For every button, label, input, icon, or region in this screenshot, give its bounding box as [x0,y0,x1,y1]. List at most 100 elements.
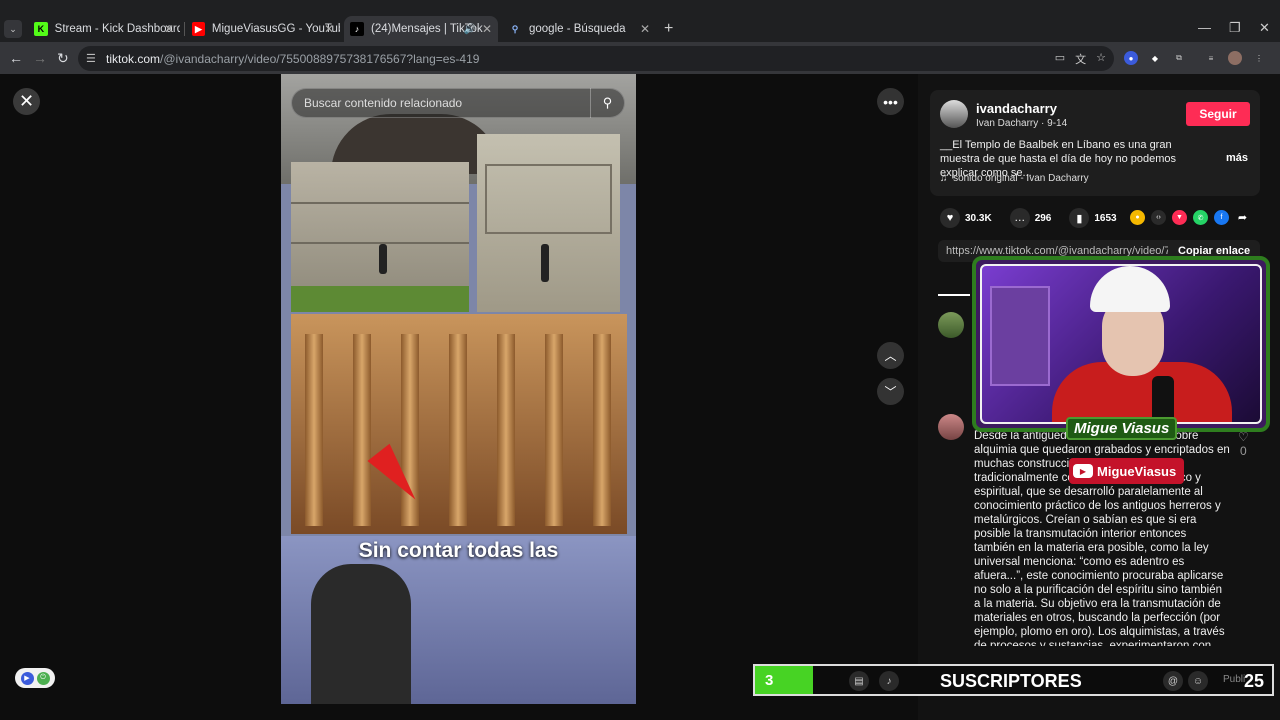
like-button[interactable]: ♥ 30.3K [940,208,992,228]
video-player[interactable]: Sin contar todas las Buscar contenido re… [281,74,636,704]
extension-diamond-icon[interactable]: ◆ [1148,51,1162,65]
send-icon[interactable]: ▼ [1172,210,1187,225]
emoji-icon[interactable]: ☺ [1188,671,1208,691]
related-search-input[interactable]: Buscar contenido relacionado ⚲ [291,88,625,118]
music-note-icon: ♫ [940,173,948,184]
avatar[interactable] [938,414,964,440]
install-app-icon[interactable]: ▭ [1055,51,1065,67]
save-count: 1653 [1094,212,1117,224]
browser-tab-bar: ⌄ K Stream - Kick Dashboard ✕ ▶ MigueVia… [0,0,1280,42]
tab-close-icon[interactable]: ✕ [324,22,334,36]
kick-icon: K [34,22,48,36]
extensions-puzzle-icon[interactable]: ⧉ [1172,51,1186,65]
previous-video-icon[interactable]: ︿ [877,342,904,369]
video-caption: Sin contar todas las [358,539,559,562]
follow-button[interactable]: Seguir [1186,102,1250,126]
url-path: /@ivandacharry/video/7550088975738176567… [160,51,480,66]
tab-search-button[interactable]: ⌄ [4,20,22,38]
bookmark-star-icon[interactable]: ☆ [1096,51,1106,67]
floating-controls[interactable]: ▶ ⏻ [15,668,55,688]
embed-icon[interactable]: ‹› [1151,210,1166,225]
subscriber-label: SUSCRIPTORES [940,671,1082,691]
streamer-name: Migue Viasus [1066,417,1178,440]
subscriber-goal-bar: 3 ▤ ♪ SUSCRIPTORES @ ☺ Publi 25 [753,664,1274,696]
youtube-channel: MigueViasus [1097,463,1177,479]
facebook-icon[interactable]: f [1214,210,1229,225]
like-count: 30.3K [965,212,992,224]
tab-google[interactable]: ⚲ google - Búsqueda ✕ [502,16,656,42]
url-host: tiktok.com [106,51,161,66]
tab-tiktok[interactable]: ♪ (24)Mensajes | TikTok 🔊 ✕ [344,16,498,42]
tab-label: MigueViasusGG - YouTube [211,23,340,35]
media-control-icon[interactable]: ≡ [1204,51,1218,65]
video-frame-stone-block [477,134,620,312]
extension-icon[interactable]: ● [1124,51,1138,65]
more-options-icon[interactable]: ••• [877,88,904,115]
search-icon[interactable]: ⚲ [590,88,624,118]
subscriber-count: 3 [755,666,813,694]
comment-button[interactable]: … 296 [1009,208,1052,228]
menu-dots-icon[interactable]: ⋮ [1252,51,1266,65]
back-icon[interactable]: ← [9,50,23,66]
action-bar: ♥ 30.3K … 296 ▮ 1653 [940,208,1135,228]
avatar[interactable] [940,100,968,128]
tab-close-icon[interactable]: ✕ [164,22,174,36]
minimize-icon[interactable]: — [1198,20,1211,35]
profile-avatar[interactable] [1228,51,1242,65]
new-tab-button[interactable]: + [664,20,673,38]
sound-label: sonido original - Ivan Dacharry [953,173,1089,184]
close-icon[interactable]: ✕ [13,88,40,115]
caption-icon[interactable]: ▤ [849,671,869,691]
mention-icon[interactable]: @ [1163,671,1183,691]
heart-icon: ♥ [940,208,960,228]
share-friends-icon[interactable]: ● [1130,210,1145,225]
browser-toolbar: ← → ↻ ☰ tiktok.com/@ivandacharry/video/7… [0,42,1280,74]
more-link[interactable]: más [1226,152,1248,164]
address-bar[interactable]: ☰ tiktok.com/@ivandacharry/video/7550088… [78,46,1114,71]
translate-icon[interactable]: 文 [1075,51,1086,67]
reload-icon[interactable]: ↻ [57,50,69,67]
youtube-icon: ▶ [192,22,205,36]
search-placeholder: Buscar contenido relacionado [304,96,463,110]
creator-username[interactable]: ivandacharry [976,101,1057,116]
tab-label: google - Búsqueda [529,23,626,35]
share-arrow-icon[interactable]: ➦ [1235,210,1250,225]
whatsapp-icon[interactable]: ✆ [1193,210,1208,225]
save-button[interactable]: ▮ 1653 [1069,208,1117,228]
audio-playing-icon[interactable]: 🔊 [464,24,476,35]
site-info-icon[interactable]: ☰ [86,52,104,65]
maximize-icon[interactable]: ❐ [1229,20,1241,36]
webcam-overlay [972,256,1270,432]
next-video-icon[interactable]: ﹀ [877,378,904,405]
pip-icon[interactable]: ▶ [20,671,34,685]
comment-like-count: 0 [1240,444,1247,458]
search-icon: ⚲ [511,23,519,34]
video-area: ✕ Sin contar todas las Buscar contenido … [0,74,918,720]
forward-icon[interactable]: → [33,50,47,66]
bookmark-icon: ▮ [1069,208,1090,228]
volume-icon[interactable]: ♪ [879,671,899,691]
tab-kick[interactable]: K Stream - Kick Dashboard ✕ [28,16,180,42]
comments-tab-indicator [938,294,970,296]
comment-count: 296 [1034,212,1052,224]
youtube-badge: ▶ MigueViasus [1069,458,1185,484]
comment-icon: … [1009,208,1030,228]
tiktok-icon: ♪ [350,22,364,36]
post-button[interactable]: Publi [1223,674,1245,685]
power-icon[interactable]: ⏻ [36,671,50,685]
sound-link[interactable]: ♫ sonido original - Ivan Dacharry [940,173,1089,184]
creator-subtitle: Ivan Dacharry · 9-14 [976,118,1068,129]
youtube-icon: ▶ [1073,464,1093,478]
comment-like[interactable]: ♡ 0 [1238,430,1249,458]
video-frame-columns [291,314,627,534]
heart-outline-icon: ♡ [1238,430,1249,444]
subscriber-goal: 25 [1243,671,1264,691]
tab-youtube[interactable]: ▶ MigueViasusGG - YouTube ✕ [186,16,340,42]
tab-label: Stream - Kick Dashboard [54,23,180,35]
close-window-icon[interactable]: ✕ [1259,20,1270,36]
tab-close-icon[interactable]: ✕ [640,22,650,36]
avatar[interactable] [938,312,964,338]
share-icons: ● ‹› ▼ ✆ f ➦ [1130,210,1250,225]
creator-card: ivandacharry Ivan Dacharry · 9-14 Seguir… [930,90,1260,196]
tab-close-icon[interactable]: ✕ [482,22,492,36]
